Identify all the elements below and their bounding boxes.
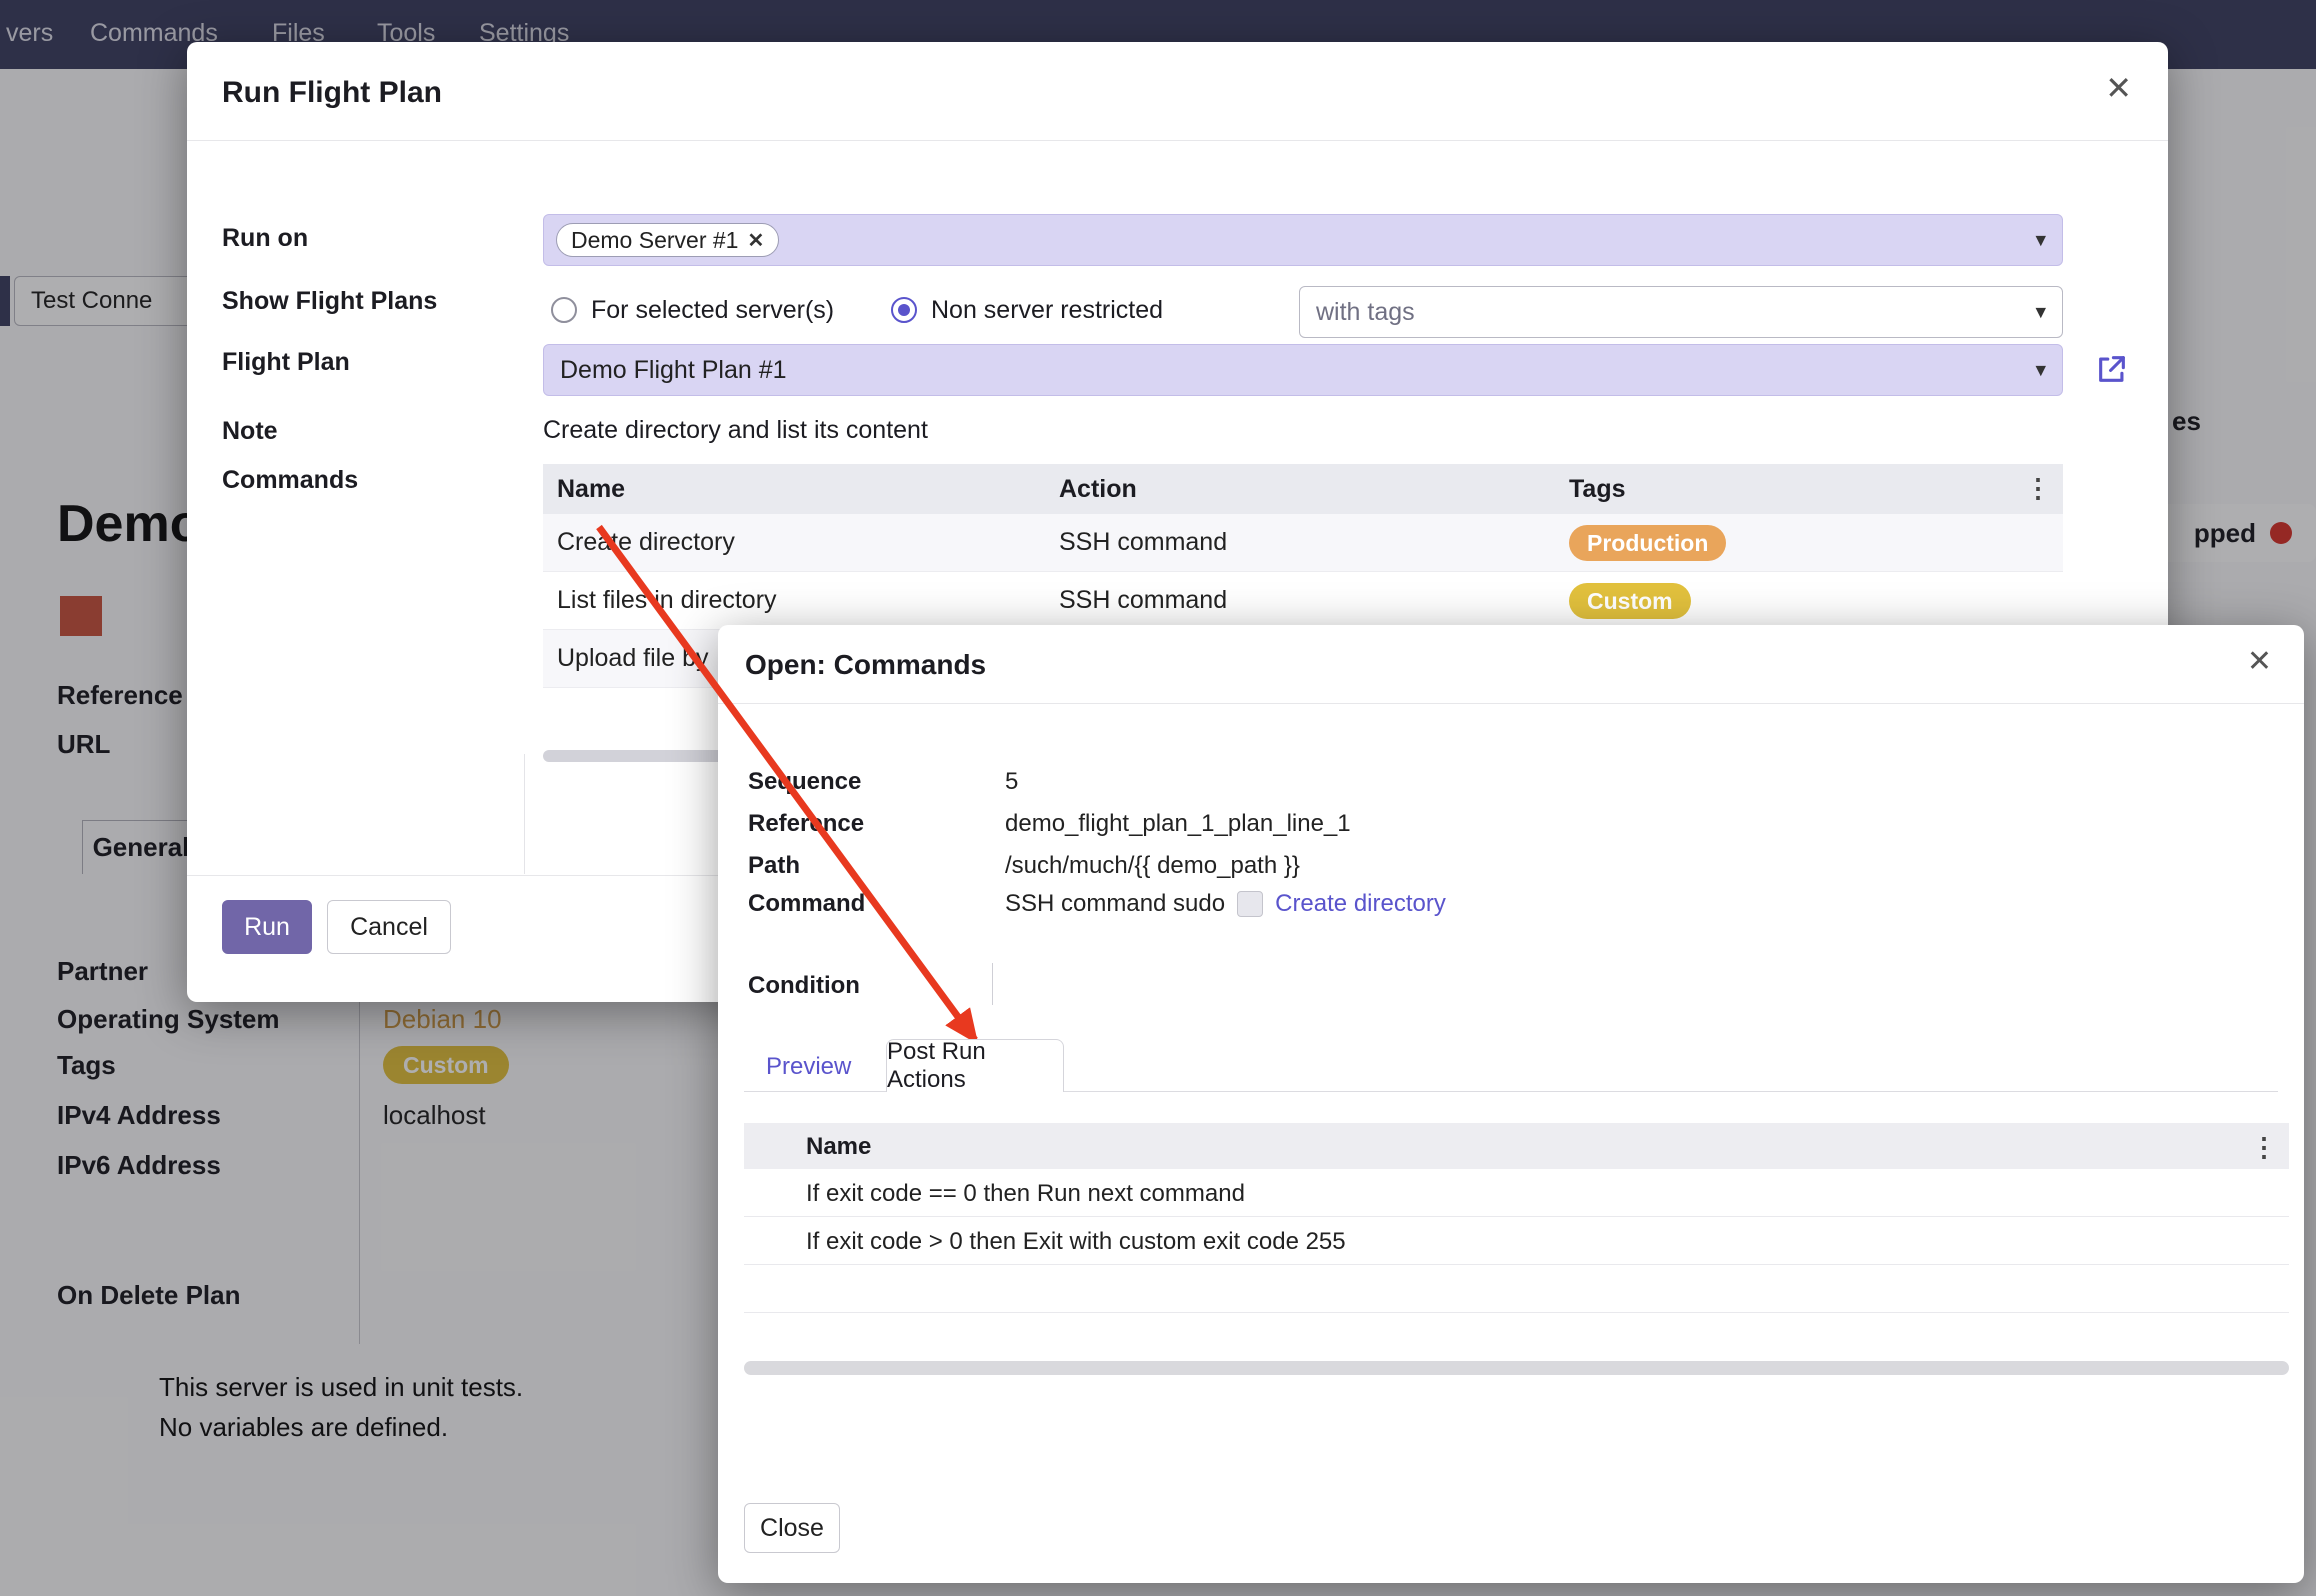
- form-column-divider: [524, 754, 525, 874]
- flight-plan-description: Create directory and list its content: [543, 416, 928, 445]
- command-checkbox[interactable]: [1237, 891, 1263, 917]
- tag-badge-production: Production: [1569, 525, 1726, 561]
- col-action: Action: [1059, 475, 1137, 504]
- command-link[interactable]: Create directory: [1275, 890, 1446, 918]
- screen: vers Commands Files Tools Settings Test …: [0, 0, 2316, 1596]
- close-icon[interactable]: ✕: [2105, 72, 2132, 104]
- row-name: If exit code > 0 then Exit with custom e…: [806, 1228, 1346, 1256]
- table-row[interactable]: Create directory SSH command Production: [543, 514, 2063, 572]
- command-label: Command: [748, 890, 865, 918]
- server-tag-chip[interactable]: Demo Server #1 ✕: [556, 223, 779, 257]
- note-label: Note: [222, 417, 278, 446]
- sequence-label: Sequence: [748, 768, 861, 796]
- tab-preview[interactable]: Preview: [766, 1053, 851, 1081]
- table-row[interactable]: If exit code == 0 then Run next command: [744, 1169, 2289, 1217]
- run-on-multiselect[interactable]: Demo Server #1 ✕ ▾: [543, 214, 2063, 266]
- radio-for-selected-servers[interactable]: [551, 297, 577, 323]
- cancel-button[interactable]: Cancel: [327, 900, 451, 954]
- path-label: Path: [748, 852, 800, 880]
- radio-non-server-restricted[interactable]: [891, 297, 917, 323]
- open-commands-modal: Open: Commands ✕ Sequence 5 Reference de…: [718, 625, 2304, 1583]
- path-value: /such/much/{{ demo_path }}: [1005, 852, 1300, 880]
- chevron-down-icon[interactable]: ▾: [2035, 228, 2046, 253]
- chevron-down-icon[interactable]: ▾: [2035, 358, 2046, 383]
- with-tags-select[interactable]: with tags ▾: [1299, 286, 2063, 338]
- table-header-row: Name ⋮: [744, 1123, 2289, 1169]
- chevron-down-icon[interactable]: ▾: [2035, 300, 2046, 325]
- radio-non-server-restricted-label[interactable]: Non server restricted: [931, 296, 1163, 325]
- row-action: SSH command: [1059, 528, 1227, 557]
- flight-plan-select[interactable]: Demo Flight Plan #1 ▾: [543, 344, 2063, 396]
- tag-badge-custom: Custom: [1569, 583, 1691, 619]
- external-link-icon[interactable]: [2095, 352, 2129, 386]
- server-tag-label: Demo Server #1: [571, 227, 738, 254]
- sequence-value: 5: [1005, 768, 1018, 796]
- reference-value: demo_flight_plan_1_plan_line_1: [1005, 810, 1351, 838]
- table-row[interactable]: List files in directory SSH command Cust…: [543, 572, 2063, 630]
- row-action: SSH command: [1059, 586, 1227, 615]
- row-name: List files in directory: [557, 586, 777, 615]
- radio-for-selected-servers-label[interactable]: For selected server(s): [591, 296, 834, 325]
- row-name: Upload file by: [557, 644, 708, 673]
- condition-field-divider: [992, 963, 993, 1005]
- close-button[interactable]: Close: [744, 1503, 840, 1553]
- kebab-menu-icon[interactable]: ⋮: [2251, 1132, 2277, 1163]
- command-value-row: SSH command sudo Create directory: [1005, 890, 1446, 918]
- row-name: If exit code == 0 then Run next command: [806, 1180, 1245, 1208]
- tab-post-run-actions[interactable]: Post Run Actions: [886, 1039, 1064, 1092]
- modal-title: Run Flight Plan: [222, 76, 442, 110]
- reference-label: Reference: [748, 810, 864, 838]
- kebab-menu-icon[interactable]: ⋮: [2025, 473, 2051, 504]
- modal-title: Open: Commands: [745, 649, 986, 681]
- run-on-label: Run on: [222, 224, 308, 253]
- modal-header-divider: [718, 703, 2304, 704]
- command-value: SSH command sudo: [1005, 890, 1225, 918]
- with-tags-placeholder: with tags: [1316, 298, 1415, 327]
- table-row-empty[interactable]: [744, 1265, 2289, 1313]
- modal-header-divider: [187, 140, 2168, 141]
- table-header-row: Name Action Tags ⋮: [543, 464, 2063, 514]
- horizontal-scrollbar-track[interactable]: [744, 1361, 2289, 1375]
- flight-plan-label: Flight Plan: [222, 348, 350, 377]
- col-name: Name: [557, 475, 625, 504]
- col-tags: Tags: [1569, 475, 1626, 504]
- flight-plan-value: Demo Flight Plan #1: [560, 356, 787, 385]
- run-button[interactable]: Run: [222, 900, 312, 954]
- show-flight-plans-label: Show Flight Plans: [222, 287, 437, 316]
- post-run-actions-table: Name ⋮ If exit code == 0 then Run next c…: [744, 1123, 2289, 1313]
- row-name: Create directory: [557, 528, 735, 557]
- condition-label: Condition: [748, 972, 860, 1000]
- col-name: Name: [806, 1133, 871, 1161]
- remove-tag-icon[interactable]: ✕: [747, 228, 764, 253]
- table-row[interactable]: If exit code > 0 then Exit with custom e…: [744, 1217, 2289, 1265]
- commands-label: Commands: [222, 466, 358, 495]
- close-icon[interactable]: ✕: [2247, 647, 2272, 677]
